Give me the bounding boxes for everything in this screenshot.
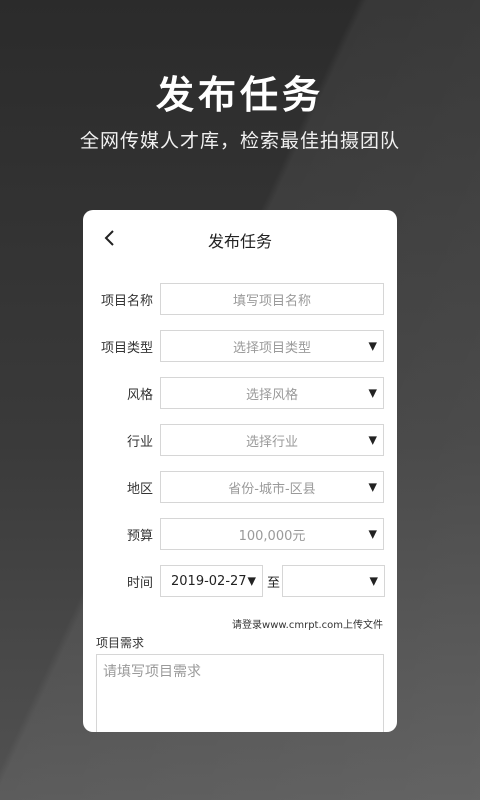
date-range-separator: 至 <box>267 575 281 591</box>
row-project-type: 项目类型 选择项目类型 ▼ <box>83 329 397 363</box>
industry-placeholder: 选择行业 <box>245 434 298 450</box>
label-project-name: 项目名称 <box>100 293 153 309</box>
hero-title: 发布任务 <box>155 72 324 117</box>
dropdown-arrow-icon: ▼ <box>368 433 377 447</box>
label-region: 地区 <box>126 481 153 497</box>
budget-select[interactable]: 100,000元 ▼ <box>160 518 384 550</box>
label-project-type: 项目类型 <box>100 340 153 356</box>
label-time: 时间 <box>126 575 153 591</box>
start-date-select[interactable]: 2019-02-27 ▼ <box>160 565 263 597</box>
region-placeholder: 省份-城市-区县 <box>228 481 316 497</box>
upload-note: 请登录www.cmrpt.com上传文件 <box>232 620 383 631</box>
requirement-textarea[interactable]: 请填写项目需求 <box>96 654 384 732</box>
row-project-name: 项目名称 填写项目名称 <box>83 282 397 316</box>
label-budget: 预算 <box>126 528 153 544</box>
style-select[interactable]: 选择风格 ▼ <box>160 377 384 409</box>
dropdown-arrow-icon: ▼ <box>369 574 379 588</box>
region-select[interactable]: 省份-城市-区县 ▼ <box>160 471 384 503</box>
start-date-value: 2019-02-27 <box>171 573 247 589</box>
project-type-placeholder: 选择项目类型 <box>232 340 311 356</box>
project-name-placeholder: 填写项目名称 <box>232 293 311 309</box>
row-time: 时间 2019-02-27 ▼ 至 ▼ <box>83 564 397 598</box>
project-type-select[interactable]: 选择项目类型 ▼ <box>160 330 384 362</box>
label-industry: 行业 <box>126 434 153 450</box>
dropdown-arrow-icon: ▼ <box>247 574 256 588</box>
dropdown-arrow-icon: ▼ <box>368 480 377 494</box>
hero-subtitle: 全网传媒人才库，检索最佳拍摄团队 <box>79 130 400 152</box>
row-region: 地区 省份-城市-区县 ▼ <box>83 470 397 504</box>
row-budget: 预算 100,000元 ▼ <box>83 517 397 551</box>
publish-task-card: 发布任务 项目名称 填写项目名称 项目类型 选择项目类型 ▼ 风格 选择风格 ▼… <box>83 210 397 732</box>
label-style: 风格 <box>126 387 153 403</box>
row-style: 风格 选择风格 ▼ <box>83 376 397 410</box>
dropdown-arrow-icon: ▼ <box>368 527 377 541</box>
requirement-placeholder: 请填写项目需求 <box>103 664 201 680</box>
dropdown-arrow-icon: ▼ <box>368 339 377 353</box>
industry-select[interactable]: 选择行业 ▼ <box>160 424 384 456</box>
card-title: 发布任务 <box>207 232 272 251</box>
style-placeholder: 选择风格 <box>245 387 298 403</box>
dropdown-arrow-icon: ▼ <box>368 386 377 400</box>
end-date-select[interactable]: ▼ <box>282 565 386 597</box>
budget-value: 100,000元 <box>238 528 306 544</box>
card-topbar: 发布任务 <box>83 210 397 266</box>
project-name-input[interactable]: 填写项目名称 <box>160 283 384 315</box>
row-industry: 行业 选择行业 ▼ <box>83 423 397 457</box>
requirement-label: 项目需求 <box>96 636 145 650</box>
